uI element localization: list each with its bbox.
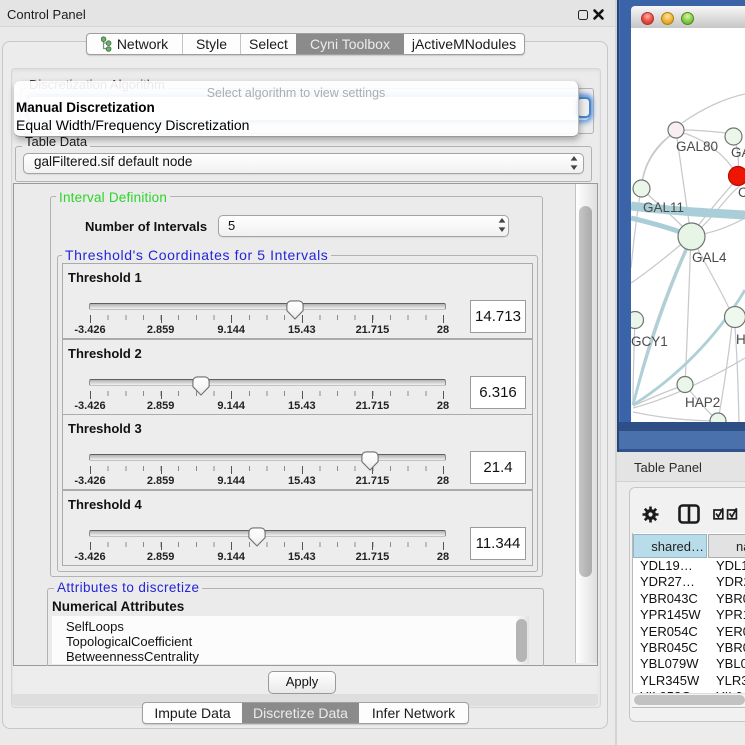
svg-text:GAL80: GAL80 xyxy=(676,139,718,154)
svg-text:HAP2: HAP2 xyxy=(685,395,720,410)
svg-text:GAL11: GAL11 xyxy=(643,200,684,215)
svg-text:GAL4: GAL4 xyxy=(692,250,727,265)
svg-text:GA: GA xyxy=(731,145,745,160)
svg-text:GCY1: GCY1 xyxy=(631,334,668,349)
svg-text:C: C xyxy=(738,185,745,200)
svg-text:H: H xyxy=(736,332,745,347)
